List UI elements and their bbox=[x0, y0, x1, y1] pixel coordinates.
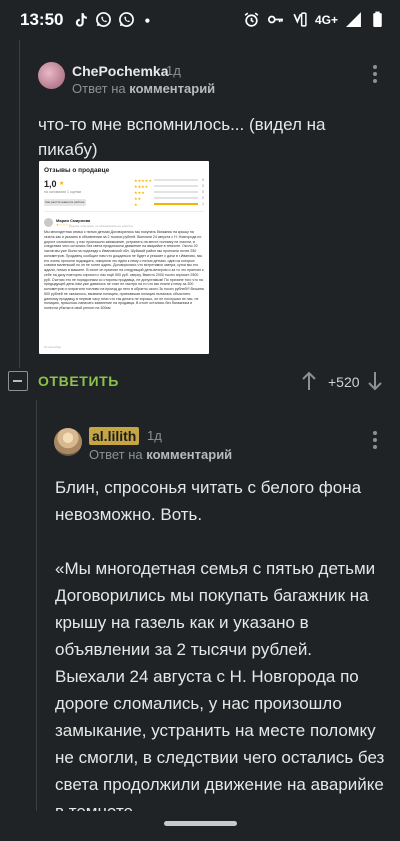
battery-icon bbox=[373, 11, 382, 27]
review-text: Мы многодетная семья с пятью детьми Дого… bbox=[44, 230, 204, 310]
rating-row-stars: ★★ bbox=[134, 195, 142, 201]
comment-username[interactable]: al.lilith bbox=[89, 427, 140, 445]
rating-row-stars: ★★★★★ bbox=[134, 177, 152, 183]
rating-breakdown: ★★★★★ 0 ★★★★ 0 ★★★ 0 ★★ 0 ★ 1 bbox=[134, 177, 204, 207]
key-icon bbox=[267, 15, 283, 24]
thread-line bbox=[36, 400, 37, 820]
whatsapp-icon bbox=[119, 12, 134, 27]
avatar[interactable] bbox=[54, 428, 82, 456]
rating-row-count: 0 bbox=[202, 178, 204, 182]
network-4g-icon: 4G+ bbox=[314, 12, 338, 27]
image-review-title: Отзывы о продавце bbox=[44, 167, 110, 174]
rating-row-stars: ★★★ bbox=[134, 189, 145, 195]
comment-time: 1д bbox=[166, 63, 181, 78]
status-time: 13:50 bbox=[20, 10, 64, 29]
rating-row-bar bbox=[154, 179, 198, 181]
reply-to-link[interactable]: Ответ на комментарий bbox=[89, 447, 232, 462]
attached-image[interactable]: Отзывы о продавце 1,0 ★ на основании 1 о… bbox=[39, 161, 209, 354]
status-bar: 13:50 4G+ bbox=[0, 0, 400, 40]
review-meta: Сделка отменена, по объявлению на «Авито… bbox=[69, 223, 134, 228]
alarm-icon bbox=[244, 12, 259, 27]
rating-row-count: 1 bbox=[202, 202, 204, 206]
rating-row: ★ 1 bbox=[134, 201, 204, 207]
thread-line bbox=[19, 40, 20, 368]
rating-row-stars: ★★★★ bbox=[134, 183, 149, 189]
signal-icon bbox=[346, 12, 361, 27]
comment-text: Блин, спросонья читать с белого фона нев… bbox=[55, 474, 385, 841]
reply-target[interactable]: комментарий bbox=[129, 81, 215, 96]
rating-row-count: 0 bbox=[202, 184, 204, 188]
navigation-bar bbox=[0, 811, 400, 841]
more-options-icon[interactable] bbox=[371, 431, 379, 453]
image-review-score: 1,0 bbox=[44, 179, 57, 189]
reply-target[interactable]: комментарий bbox=[146, 447, 232, 462]
reply-to-link[interactable]: Ответ на комментарий bbox=[72, 81, 215, 96]
notification-icons bbox=[72, 11, 158, 28]
comment-paragraph: Блин, спросонья читать с белого фона нев… bbox=[55, 478, 362, 524]
volte-icon bbox=[293, 12, 307, 27]
whatsapp-icon bbox=[96, 12, 111, 27]
comment-username[interactable]: ChePochemka bbox=[72, 63, 168, 79]
rating-row-bar bbox=[154, 203, 198, 205]
rating-row-bar bbox=[154, 185, 198, 187]
comment-text: что-то мне вспомнилось... (видел на пика… bbox=[38, 115, 326, 159]
star-rating-icon: ★ bbox=[59, 181, 65, 187]
system-icons: 4G+ bbox=[243, 11, 386, 28]
reply-prefix: Ответ на bbox=[89, 447, 143, 462]
reply-prefix: Ответ на bbox=[72, 81, 126, 96]
home-gesture-handle[interactable] bbox=[164, 821, 237, 826]
avatar[interactable] bbox=[38, 62, 65, 89]
comment-paragraph: «Мы многодетная семья с пятью детьми Дог… bbox=[55, 559, 385, 821]
rating-row-stars: ★ bbox=[134, 201, 138, 207]
collapse-thread-button[interactable] bbox=[8, 371, 28, 391]
review-date: 24 сентября bbox=[44, 345, 61, 349]
rating-row-count: 0 bbox=[202, 190, 204, 194]
image-review-button: Как рассчитывается рейтинг bbox=[44, 199, 86, 206]
rating-row-bar bbox=[154, 197, 198, 199]
more-options-icon[interactable] bbox=[371, 65, 379, 87]
comment-score: +520 bbox=[328, 374, 360, 390]
tiktok-icon bbox=[75, 13, 87, 27]
comment-time: 1д bbox=[147, 428, 162, 443]
divider bbox=[44, 211, 204, 212]
rating-row-count: 0 bbox=[202, 196, 204, 200]
rating-row-bar bbox=[154, 191, 198, 193]
upvote-icon[interactable] bbox=[302, 371, 316, 391]
downvote-icon[interactable] bbox=[368, 371, 382, 391]
reply-button[interactable]: ОТВЕТИТЬ bbox=[38, 373, 119, 389]
reviewer-avatar bbox=[44, 218, 53, 227]
image-review-score-sub: на основании 1 оценки bbox=[44, 190, 82, 194]
dot-icon bbox=[145, 18, 150, 23]
